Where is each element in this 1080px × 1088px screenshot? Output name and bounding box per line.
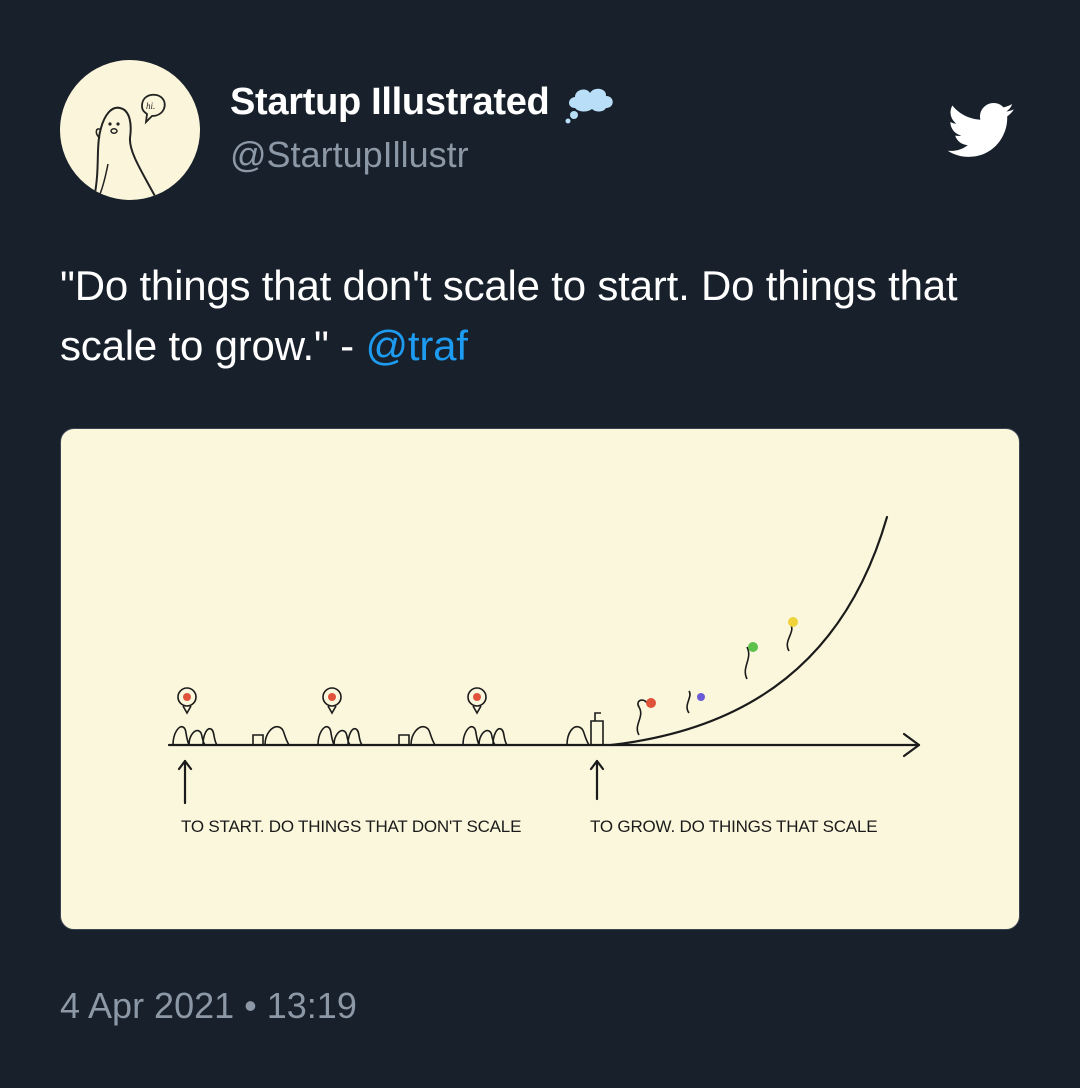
scale-illustration xyxy=(167,515,921,805)
thought-cloud-icon xyxy=(565,88,614,124)
author-handle[interactable]: @StartupIllustr xyxy=(230,134,469,176)
tweet-timestamp[interactable]: 4 Apr 2021 • 13:19 xyxy=(60,985,357,1027)
author-display-name[interactable]: Startup Illustrated xyxy=(230,81,550,124)
label-to-grow: TO GROW. DO THINGS THAT SCALE xyxy=(590,817,878,836)
tweet-media-image[interactable]: TO START. DO THINGS THAT DON'T SCALE TO … xyxy=(60,428,1020,930)
tweet-text: "Do things that don't scale to start. Do… xyxy=(60,256,1020,376)
author-name-row: Startup Illustrated xyxy=(230,80,619,124)
avatar-illustration: hi. xyxy=(93,93,166,199)
twitter-bird-icon[interactable] xyxy=(940,95,1020,165)
label-to-start: TO START. DO THINGS THAT DON'T SCALE xyxy=(181,817,522,836)
tweet-time: 13:19 xyxy=(266,985,357,1026)
meta-separator: • xyxy=(244,985,257,1026)
mention-link[interactable]: @traf xyxy=(365,322,468,369)
tweet-quote-text: "Do things that don't scale to start. Do… xyxy=(60,262,958,369)
tweet-date: 4 Apr 2021 xyxy=(60,985,235,1026)
author-avatar[interactable]: hi. xyxy=(60,60,200,200)
avatar-speech-text: hi. xyxy=(146,101,155,111)
